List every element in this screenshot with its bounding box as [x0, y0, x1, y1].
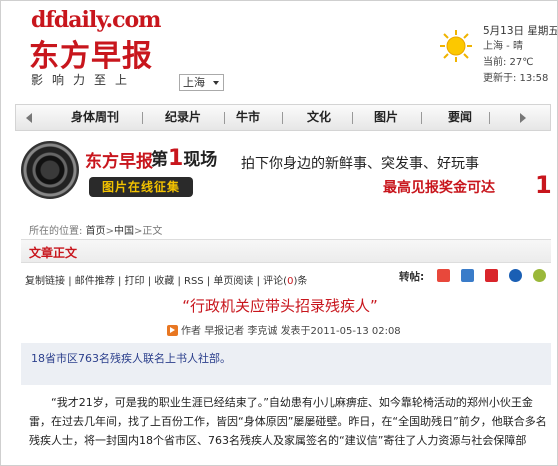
- weather-temperature: 当前: 27℃: [483, 57, 534, 68]
- weather-panel: 5月13日 星期五 上海 - 晴 当前: 27℃ 更新于: 13:58: [483, 23, 558, 87]
- slogan: 影响力至上: [31, 73, 137, 87]
- logo[interactable]: 东方早报: [29, 31, 153, 75]
- banner-pill: 图片在线征集: [89, 177, 193, 197]
- comments-label: 评论(: [263, 276, 288, 287]
- banner-reward: 最高见报奖金可达: [383, 180, 495, 196]
- banner-tagline: 拍下你身边的新鲜事、突发事、好玩事: [241, 156, 479, 172]
- weather-date: 5月13日 星期五: [483, 25, 558, 37]
- banner-first-label: 第: [151, 150, 168, 170]
- copy-link-button[interactable]: 复制链接: [25, 272, 65, 287]
- share-kaixin-icon[interactable]: [485, 269, 498, 282]
- share-renren-icon[interactable]: [509, 269, 522, 282]
- breadcrumb-sep: >: [105, 226, 114, 237]
- logo-url[interactable]: dfdaily.com: [31, 7, 161, 33]
- share-sina-icon[interactable]: [437, 269, 450, 282]
- sun-icon: [440, 30, 472, 62]
- region-select[interactable]: 上海: [179, 74, 224, 91]
- weather-updated: 更新于: 13:58: [483, 73, 549, 84]
- browser-frame: dfdaily.com 东方早报 影响力至上 上海 5月13日 星期五 上海 -…: [0, 0, 558, 466]
- nav-item-photos[interactable]: 图片: [366, 105, 406, 130]
- nav-divider: [282, 112, 283, 124]
- single-page-button[interactable]: 单页阅读: [213, 272, 253, 287]
- banner-brand: 东方早报: [85, 152, 153, 172]
- nav-divider: [352, 112, 353, 124]
- banner-scene-title: 第1现场: [151, 145, 217, 171]
- breadcrumb-current: 正文: [142, 226, 163, 237]
- nav-divider: [489, 112, 490, 124]
- article-title: “行政机关应带头招录残疾人”: [182, 297, 378, 315]
- breadcrumb-home[interactable]: 首页: [86, 226, 106, 237]
- chevron-left-icon[interactable]: [26, 113, 32, 123]
- chevron-down-icon: [213, 81, 219, 85]
- email-recommend-button[interactable]: 邮件推荐: [75, 272, 115, 287]
- rss-button[interactable]: RSS: [184, 276, 204, 287]
- site-header: dfdaily.com 东方早报 影响力至上 上海 5月13日 星期五 上海 -…: [1, 1, 558, 96]
- promo-banner[interactable]: 东方早报 第1现场 图片在线征集 拍下你身边的新鲜事、突发事、好玩事 最高见报奖…: [21, 141, 557, 203]
- summary-box: 18省市区763名残疾人联名上书人社部。: [21, 343, 551, 385]
- comments-link[interactable]: 评论(0)条: [263, 272, 307, 287]
- article-toolbar: 复制链接 | 邮件推荐 | 打印 | 收藏 | RSS | 单页阅读 | 评论(…: [25, 272, 307, 287]
- nav-item-bull-market[interactable]: 牛市: [228, 105, 268, 130]
- region-select-value: 上海: [183, 76, 205, 89]
- camera-lens-icon: [21, 141, 79, 199]
- nav-divider: [224, 112, 225, 124]
- byline-author-label: 作者: [181, 326, 201, 337]
- section-title: 文章正文: [29, 246, 78, 260]
- favorite-button[interactable]: 收藏: [154, 272, 174, 287]
- weather-condition: 上海 - 晴: [483, 41, 523, 52]
- article-body: “我才21岁，可是我的职业生涯已经结束了。”自幼患有小儿麻痹症、如今靠轮椅活动的…: [29, 396, 547, 447]
- share-label: 转帖:: [399, 271, 425, 283]
- banner-reward-amount: 1: [535, 171, 552, 199]
- breadcrumb: 所在的位置: 首页>中国>正文: [29, 222, 162, 237]
- byline-author: 早报记者 李克诚: [204, 326, 278, 337]
- nav-divider: [142, 112, 143, 124]
- banner-first-suffix: 现场: [183, 150, 218, 170]
- chevron-right-icon[interactable]: [520, 113, 526, 123]
- article-byline: 作者 早报记者 李克诚 发表于2011-05-13 02:08: [167, 322, 401, 337]
- share-douban-icon[interactable]: [533, 269, 546, 282]
- nav-item-documentary[interactable]: 纪录片: [154, 105, 212, 130]
- article-summary: 18省市区763名残疾人联名上书人社部。: [31, 352, 231, 365]
- channel-nav: 身体周刊 纪录片 牛市 文化 图片 要闻: [15, 104, 551, 131]
- section-header: 文章正文: [21, 239, 551, 263]
- banner-first-number: 1: [168, 146, 184, 171]
- breadcrumb-china[interactable]: 中国: [114, 226, 134, 237]
- comments-suffix: )条: [293, 276, 308, 287]
- print-button[interactable]: 打印: [125, 272, 145, 287]
- breadcrumb-prefix: 所在的位置:: [29, 226, 83, 237]
- nav-divider: [421, 112, 422, 124]
- nav-item-culture[interactable]: 文化: [299, 105, 339, 130]
- byline-time: 发表于2011-05-13 02:08: [280, 326, 401, 337]
- nav-item-body-weekly[interactable]: 身体周刊: [60, 105, 130, 130]
- nav-item-headlines[interactable]: 要闻: [440, 105, 480, 130]
- play-icon: [167, 325, 178, 336]
- share-qzone-icon[interactable]: [461, 269, 474, 282]
